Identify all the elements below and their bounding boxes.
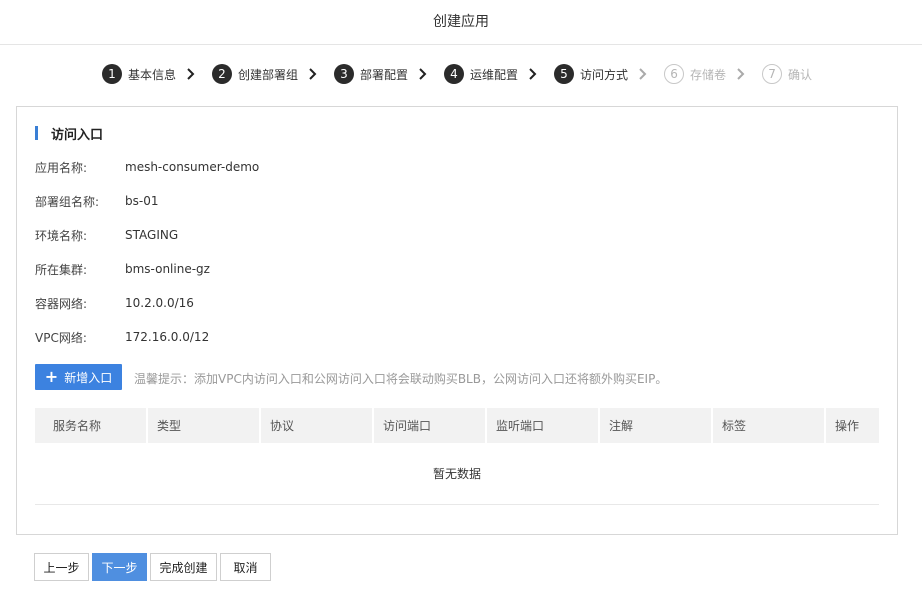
cancel-button[interactable]: 取消 bbox=[220, 553, 271, 581]
add-entry-button[interactable]: + 新增入口 bbox=[35, 364, 122, 390]
page-header: 创建应用 bbox=[0, 0, 922, 45]
info-row-deploy-group: 部署组名称: bs-01 bbox=[35, 193, 158, 209]
info-row-env-name: 环境名称: STAGING bbox=[35, 227, 178, 243]
info-value: mesh-consumer-demo bbox=[125, 160, 260, 174]
info-value: 10.2.0.0/16 bbox=[125, 296, 194, 310]
info-row-container-network: 容器网络: 10.2.0.0/16 bbox=[35, 295, 194, 311]
empty-state: 暂无数据 bbox=[35, 443, 879, 505]
prev-step-button[interactable]: 上一步 bbox=[34, 553, 89, 581]
section-accent-bar bbox=[35, 126, 38, 140]
info-key: VPC网络: bbox=[35, 330, 87, 345]
plus-icon: + bbox=[44, 367, 59, 386]
chevron-right-icon bbox=[184, 67, 198, 81]
step-label: 存储卷 bbox=[690, 67, 727, 82]
step-number: 6 bbox=[664, 64, 685, 84]
column-header: 监听端口 bbox=[487, 408, 600, 443]
step-number: 1 bbox=[101, 64, 122, 84]
step-number: 5 bbox=[554, 64, 574, 84]
step-basic-info[interactable]: 1 基本信息 bbox=[101, 64, 204, 84]
info-value: bs-01 bbox=[125, 194, 159, 208]
step-label: 创建部署组 bbox=[237, 67, 298, 82]
stepper: 1 基本信息 2 创建部署组 3 部署配置 4 运维配置 5 访问方式 6 存储… bbox=[0, 62, 922, 86]
column-header: 访问端口 bbox=[374, 408, 487, 443]
step-ops-config[interactable]: 4 运维配置 bbox=[443, 64, 546, 84]
access-entry-card: 访问入口 应用名称: mesh-consumer-demo 部署组名称: bs-… bbox=[16, 106, 898, 535]
footer-actions: 上一步 下一步 完成创建 取消 bbox=[34, 553, 274, 581]
step-storage-volume: 6 存储卷 bbox=[664, 64, 754, 84]
step-number: 7 bbox=[762, 64, 783, 84]
chevron-right-icon bbox=[734, 67, 748, 81]
step-number: 2 bbox=[211, 64, 232, 84]
chevron-right-icon bbox=[416, 67, 430, 81]
info-row-vpc-network: VPC网络: 172.16.0.0/12 bbox=[35, 329, 209, 345]
chevron-right-icon bbox=[526, 67, 540, 81]
step-number: 3 bbox=[333, 64, 354, 84]
step-number: 4 bbox=[443, 64, 464, 84]
step-label: 部署配置 bbox=[359, 67, 408, 82]
service-table: 服务名称 类型 协议 访问端口 监听端口 注解 标签 操作 暂无数据 bbox=[35, 408, 879, 505]
step-label: 确认 bbox=[788, 67, 813, 82]
step-label: 基本信息 bbox=[127, 67, 176, 82]
info-row-app-name: 应用名称: mesh-consumer-demo bbox=[35, 159, 259, 175]
column-header: 服务名称 bbox=[35, 408, 148, 443]
step-label: 访问方式 bbox=[580, 67, 629, 82]
step-create-deploy-group[interactable]: 2 创建部署组 bbox=[211, 64, 326, 84]
column-header: 注解 bbox=[600, 408, 713, 443]
chevron-right-icon bbox=[636, 67, 650, 81]
table-header: 服务名称 类型 协议 访问端口 监听端口 注解 标签 操作 bbox=[35, 408, 879, 443]
info-key: 所在集群: bbox=[35, 262, 88, 277]
chevron-right-icon bbox=[306, 67, 320, 81]
finish-create-button[interactable]: 完成创建 bbox=[150, 553, 217, 581]
column-header: 类型 bbox=[148, 408, 261, 443]
next-step-button[interactable]: 下一步 bbox=[92, 553, 147, 581]
step-label: 运维配置 bbox=[469, 67, 518, 82]
column-header: 操作 bbox=[835, 419, 860, 433]
info-value: STAGING bbox=[125, 228, 179, 242]
add-entry-label: 新增入口 bbox=[64, 370, 113, 385]
info-key: 应用名称: bbox=[35, 160, 88, 175]
info-value: bms-online-gz bbox=[125, 262, 210, 276]
step-deploy-config[interactable]: 3 部署配置 bbox=[333, 64, 436, 84]
info-key: 部署组名称: bbox=[35, 194, 100, 209]
info-key: 环境名称: bbox=[35, 228, 88, 243]
step-confirm: 7 确认 bbox=[762, 64, 812, 84]
info-row-cluster: 所在集群: bms-online-gz bbox=[35, 261, 210, 277]
page-title: 创建应用 bbox=[433, 14, 489, 30]
step-access-method[interactable]: 5 访问方式 bbox=[554, 64, 656, 84]
column-header: 协议 bbox=[261, 408, 374, 443]
section-title: 访问入口 bbox=[35, 125, 104, 143]
info-key: 容器网络: bbox=[35, 296, 88, 311]
info-value: 172.16.0.0/12 bbox=[125, 330, 210, 344]
column-header: 标签 bbox=[713, 408, 826, 443]
section-title-text: 访问入口 bbox=[51, 127, 104, 143]
hint-text: 温馨提示：添加VPC内访问入口和公网访问入口将会联动购买BLB，公网访问入口还将… bbox=[134, 372, 668, 386]
